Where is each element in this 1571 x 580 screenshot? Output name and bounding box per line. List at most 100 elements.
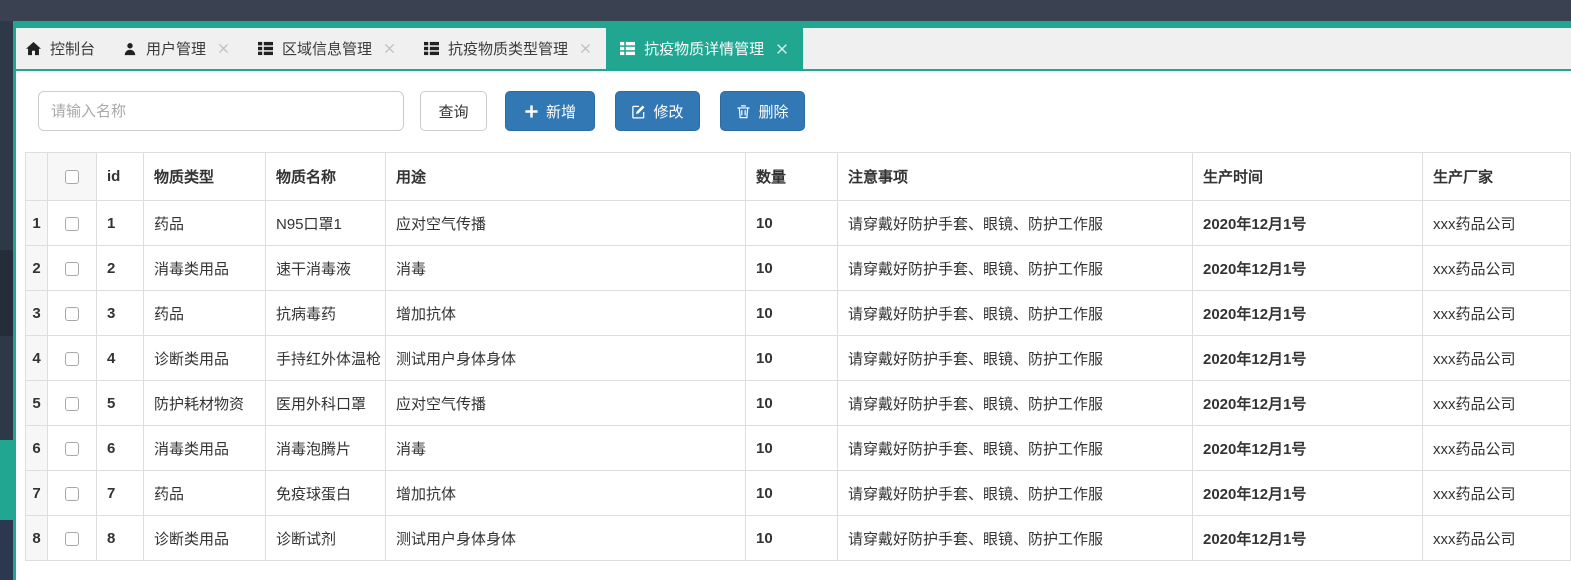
close-icon[interactable] <box>775 42 789 56</box>
row-checkbox-cell <box>47 425 97 471</box>
table-row: 5 5 防护耗材物资 医用外科口罩 应对空气传播 10 请穿戴好防护手套、眼镜、防护工作服 2… <box>25 380 1571 426</box>
cell-type: 消毒类用品 <box>143 425 266 471</box>
row-checkbox[interactable] <box>65 351 79 366</box>
cell-type: 诊断类用品 <box>143 335 266 381</box>
cell-rownum: 4 <box>25 335 48 381</box>
cell-note: 请穿戴好防护手套、眼镜、防护工作服 <box>837 200 1193 246</box>
cell-type: 防护耗材物资 <box>143 380 266 426</box>
tab-label: 用户管理 <box>146 41 207 58</box>
cell-type: 药品 <box>143 290 266 336</box>
list-icon <box>620 41 636 56</box>
edit-button[interactable]: 修改 <box>615 91 700 131</box>
cell-usage: 应对空气传播 <box>385 200 746 246</box>
cell-maker: xxx药品公司 <box>1422 290 1571 336</box>
panel-top-border <box>0 21 1571 28</box>
cell-qty: 10 <box>745 290 838 336</box>
cell-time: 2020年12月1号 <box>1192 200 1423 246</box>
cell-type: 诊断类用品 <box>143 515 266 561</box>
home-icon <box>26 41 41 56</box>
cell-time: 2020年12月1号 <box>1192 380 1423 426</box>
cell-qty: 10 <box>745 425 838 471</box>
cell-rownum: 5 <box>25 380 48 426</box>
cell-note: 请穿戴好防护手套、眼镜、防护工作服 <box>837 515 1193 561</box>
cell-usage: 增加抗体 <box>385 470 746 516</box>
row-checkbox[interactable] <box>65 486 79 501</box>
tab-console[interactable]: 控制台 <box>12 28 109 69</box>
header-usage: 用途 <box>385 152 746 201</box>
tab-region-info-management[interactable]: 区域信息管理 <box>244 28 410 69</box>
row-checkbox-cell <box>47 290 97 336</box>
cell-name: 手持红外体温枪 <box>265 335 386 381</box>
table-row: 7 7 药品 免疫球蛋白 增加抗体 10 请穿戴好防护手套、眼镜、防护工作服 2020年12月… <box>25 470 1571 516</box>
cell-maker: xxx药品公司 <box>1422 515 1571 561</box>
sidebar-sliver <box>0 21 13 580</box>
tab-material-detail-management[interactable]: 抗疫物质详情管理 <box>606 28 804 69</box>
tab-label: 抗疫物质详情管理 <box>644 41 765 58</box>
close-icon[interactable] <box>217 42 230 55</box>
table-header-row: id 物质类型 物质名称 用途 数量 注意事项 生产时间 生产厂家 <box>25 152 1571 201</box>
list-icon <box>424 41 440 56</box>
cell-note: 请穿戴好防护手套、眼镜、防护工作服 <box>837 470 1193 516</box>
cell-rownum: 3 <box>25 290 48 336</box>
tab-material-type-management[interactable]: 抗疫物质类型管理 <box>410 28 606 69</box>
cell-usage: 测试用户身体身体 <box>385 515 746 561</box>
cell-id: 8 <box>96 515 144 561</box>
cell-id: 4 <box>96 335 144 381</box>
cell-qty: 10 <box>745 470 838 516</box>
cell-name: 医用外科口罩 <box>265 380 386 426</box>
data-table: id 物质类型 物质名称 用途 数量 注意事项 生产时间 生产厂家 1 1 药品 N9… <box>25 152 1571 580</box>
cell-name: 免疫球蛋白 <box>265 470 386 516</box>
row-checkbox[interactable] <box>65 531 79 546</box>
cell-id: 6 <box>96 425 144 471</box>
cell-time: 2020年12月1号 <box>1192 515 1423 561</box>
add-button[interactable]: 新增 <box>505 91 595 131</box>
top-navbar <box>0 0 1571 21</box>
row-checkbox-cell <box>47 200 97 246</box>
table-row: 6 6 消毒类用品 消毒泡腾片 消毒 10 请穿戴好防护手套、眼镜、防护工作服 2020年12… <box>25 425 1571 471</box>
row-checkbox[interactable] <box>65 441 79 456</box>
cell-time: 2020年12月1号 <box>1192 245 1423 291</box>
row-checkbox[interactable] <box>65 261 79 276</box>
table-body: 1 1 药品 N95口罩1 应对空气传播 10 请穿戴好防护手套、眼镜、防护工作服 2020年… <box>25 200 1571 580</box>
tab-user-management[interactable]: 用户管理 <box>109 28 244 69</box>
sidebar-segment <box>0 520 13 580</box>
delete-button-label: 删除 <box>758 103 789 121</box>
header-rownum <box>25 152 48 201</box>
search-input[interactable] <box>38 91 404 131</box>
user-icon <box>123 42 137 56</box>
cell-rownum: 1 <box>25 200 48 246</box>
cell-usage: 应对空气传播 <box>385 380 746 426</box>
cell-usage: 测试用户身体身体 <box>385 335 746 381</box>
cell-rownum: 2 <box>25 245 48 291</box>
cell-time: 2020年12月1号 <box>1192 290 1423 336</box>
cell-note: 请穿戴好防护手套、眼镜、防护工作服 <box>837 290 1193 336</box>
cell-qty: 10 <box>745 380 838 426</box>
table-row: 4 4 诊断类用品 手持红外体温枪 测试用户身体身体 10 请穿戴好防护手套、眼镜、防护工作… <box>25 335 1571 381</box>
header-maker: 生产厂家 <box>1422 152 1571 201</box>
cell-maker: xxx药品公司 <box>1422 200 1571 246</box>
cell-id: 7 <box>96 470 144 516</box>
close-icon[interactable] <box>579 42 592 55</box>
tab-label: 区域信息管理 <box>282 41 373 58</box>
cell-name: 抗病毒药 <box>265 290 386 336</box>
close-icon[interactable] <box>383 42 396 55</box>
row-checkbox[interactable] <box>65 396 79 411</box>
list-icon <box>258 41 274 56</box>
table-row: 3 3 药品 抗病毒药 增加抗体 10 请穿戴好防护手套、眼镜、防护工作服 2020年12月1… <box>25 290 1571 336</box>
edit-icon <box>631 104 646 119</box>
row-checkbox[interactable] <box>65 306 79 321</box>
cell-usage: 增加抗体 <box>385 290 746 336</box>
cell-name: 诊断试剂 <box>265 515 386 561</box>
select-all-checkbox[interactable] <box>65 170 79 185</box>
query-button[interactable]: 查询 <box>420 91 487 131</box>
row-checkbox-cell <box>47 515 97 561</box>
table-row: 8 8 诊断类用品 诊断试剂 测试用户身体身体 10 请穿戴好防护手套、眼镜、防护工作服 20… <box>25 515 1571 561</box>
cell-id: 3 <box>96 290 144 336</box>
plus-icon <box>524 104 539 119</box>
data-table-container: id 物质类型 物质名称 用途 数量 注意事项 生产时间 生产厂家 1 1 药品 N9… <box>25 152 1571 580</box>
cell-usage: 消毒 <box>385 425 746 471</box>
cell-qty: 10 <box>745 200 838 246</box>
row-checkbox[interactable] <box>65 216 79 231</box>
delete-button[interactable]: 删除 <box>720 91 805 131</box>
cell-note: 请穿戴好防护手套、眼镜、防护工作服 <box>837 245 1193 291</box>
